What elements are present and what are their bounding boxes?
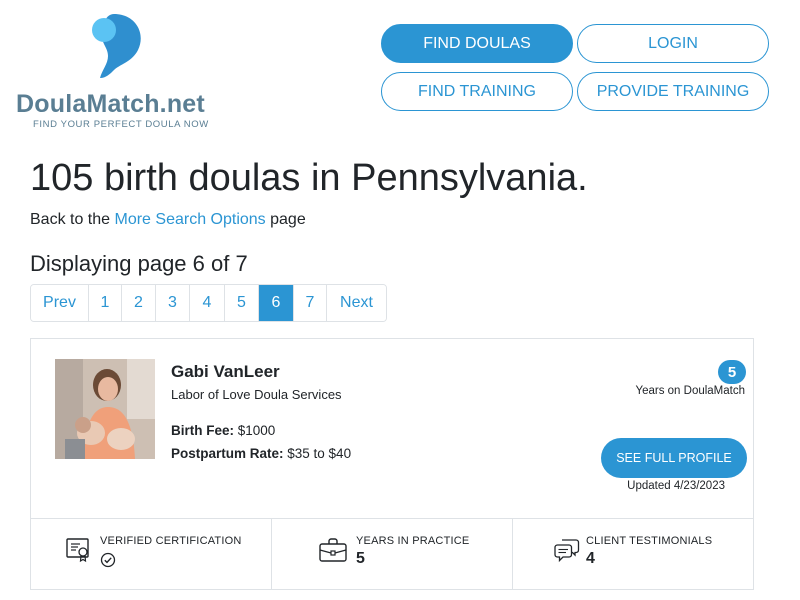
back-line: Back to the More Search Options page — [30, 211, 306, 229]
years-in-practice-label: YEARS IN PRACTICE — [356, 535, 470, 547]
postpartum-rate: Postpartum Rate: $35 to $40 — [171, 446, 351, 461]
years-on-site-badge: 5 — [718, 360, 746, 384]
briefcase-icon — [319, 538, 347, 562]
pagination-page-7[interactable]: 7 — [294, 285, 327, 321]
postpartum-rate-label: Postpartum Rate: — [171, 446, 284, 461]
birth-fee: Birth Fee: $1000 — [171, 423, 275, 438]
client-testimonials-label: CLIENT TESTIMONIALS — [586, 535, 713, 547]
doula-business: Labor of Love Doula Services — [171, 387, 342, 402]
find-doulas-button[interactable]: FIND DOULAS — [381, 24, 573, 63]
stat-testimonials: CLIENT TESTIMONIALS 4 — [513, 519, 753, 590]
birth-fee-value: $1000 — [234, 423, 276, 438]
pagination-page-5[interactable]: 5 — [225, 285, 259, 321]
back-suffix: page — [265, 211, 306, 228]
provide-training-button[interactable]: PROVIDE TRAINING — [577, 72, 769, 111]
stat-years-practice: YEARS IN PRACTICE 5 — [272, 519, 513, 590]
login-button[interactable]: LOGIN — [577, 24, 769, 63]
doula-stats: VERIFIED CERTIFICATION YEARS IN PRACTICE… — [31, 518, 753, 590]
site-logo[interactable]: DoulaMatch.net FIND YOUR PERFECT DOULA N… — [16, 12, 226, 132]
more-search-options-link[interactable]: More Search Options — [115, 211, 266, 228]
birth-fee-label: Birth Fee: — [171, 423, 235, 438]
pagination-page-6[interactable]: 6 — [259, 285, 294, 321]
logo-tagline: FIND YOUR PERFECT DOULA NOW — [33, 119, 209, 130]
page-indicator: Displaying page 6 of 7 — [30, 251, 248, 276]
client-testimonials-value: 4 — [586, 550, 595, 567]
chat-bubbles-icon — [554, 539, 580, 563]
pagination: Prev 1 2 3 4 5 6 7 Next — [30, 284, 387, 322]
pagination-page-3[interactable]: 3 — [156, 285, 190, 321]
check-circle-icon — [100, 552, 116, 568]
certificate-icon — [66, 538, 89, 563]
page-title: 105 birth doulas in Pennsylvania. — [30, 157, 588, 199]
pagination-prev[interactable]: Prev — [31, 285, 89, 321]
pagination-page-4[interactable]: 4 — [190, 285, 225, 321]
years-in-practice-value: 5 — [356, 550, 365, 567]
find-training-button[interactable]: FIND TRAINING — [381, 72, 573, 111]
logo-wordmark: DoulaMatch.net — [16, 90, 205, 118]
certification-label: VERIFIED CERTIFICATION — [100, 535, 242, 547]
doula-photo-image — [55, 359, 155, 459]
logo-mark-icon — [92, 14, 141, 78]
pagination-next[interactable]: Next — [327, 285, 386, 321]
doula-name[interactable]: Gabi VanLeer — [171, 362, 280, 382]
years-on-site-label: Years on DoulaMatch — [635, 385, 745, 397]
see-full-profile-button[interactable]: SEE FULL PROFILE — [601, 438, 747, 478]
pagination-page-2[interactable]: 2 — [122, 285, 156, 321]
updated-date: Updated 4/23/2023 — [627, 480, 725, 492]
doula-card: Gabi VanLeer Labor of Love Doula Service… — [30, 338, 754, 590]
pagination-page-1[interactable]: 1 — [89, 285, 122, 321]
doula-photo[interactable] — [55, 359, 155, 459]
back-prefix: Back to the — [30, 211, 115, 228]
postpartum-rate-value: $35 to $40 — [283, 446, 352, 461]
stat-certification: VERIFIED CERTIFICATION — [31, 519, 272, 590]
